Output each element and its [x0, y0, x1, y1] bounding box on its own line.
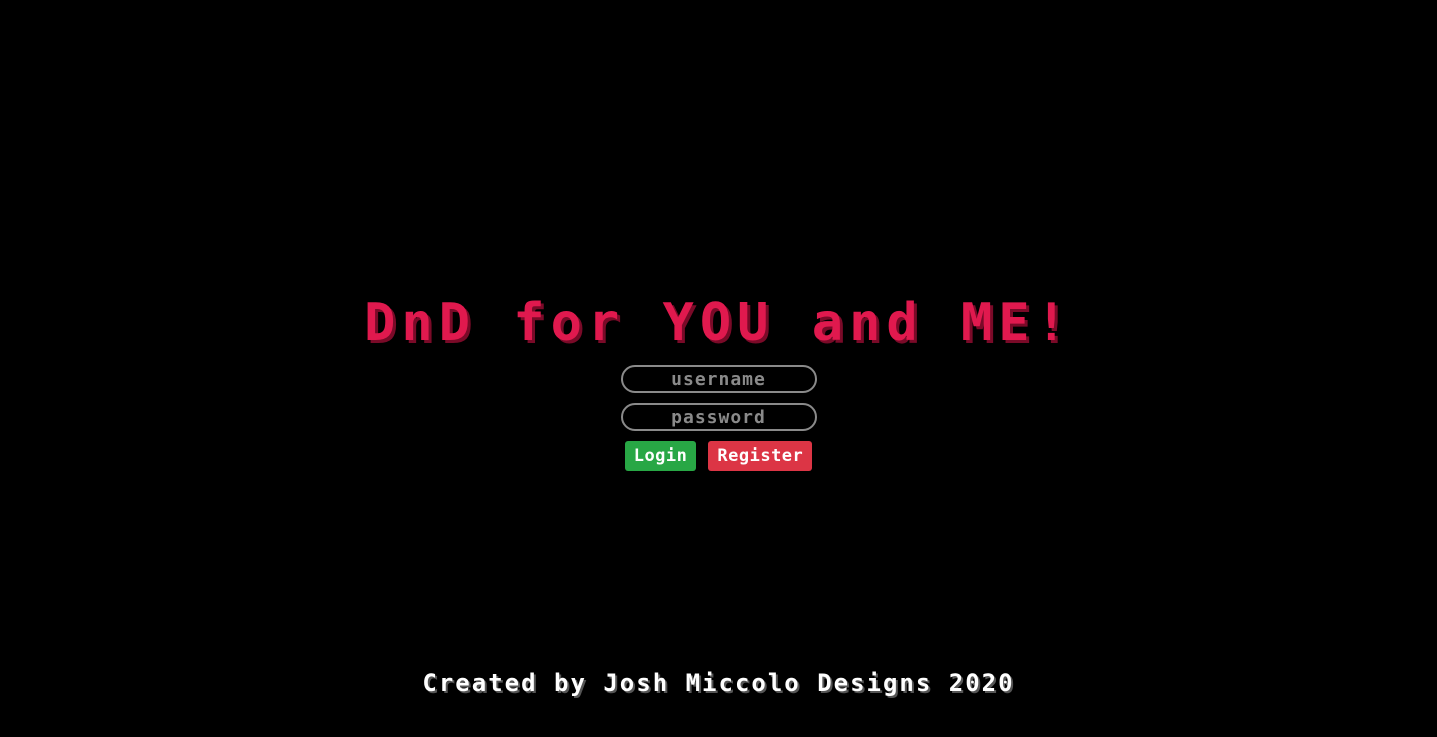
page-title: DnD for YOU and ME! — [364, 293, 1073, 353]
login-button[interactable]: Login — [624, 441, 697, 471]
username-input[interactable] — [620, 365, 817, 393]
password-input[interactable] — [620, 403, 817, 431]
footer-credit: Created by Josh Miccolo Designs 2020 — [422, 669, 1015, 697]
login-form — [0, 365, 1437, 441]
form-buttons: Login Register — [0, 441, 1437, 471]
register-button[interactable]: Register — [708, 441, 813, 471]
